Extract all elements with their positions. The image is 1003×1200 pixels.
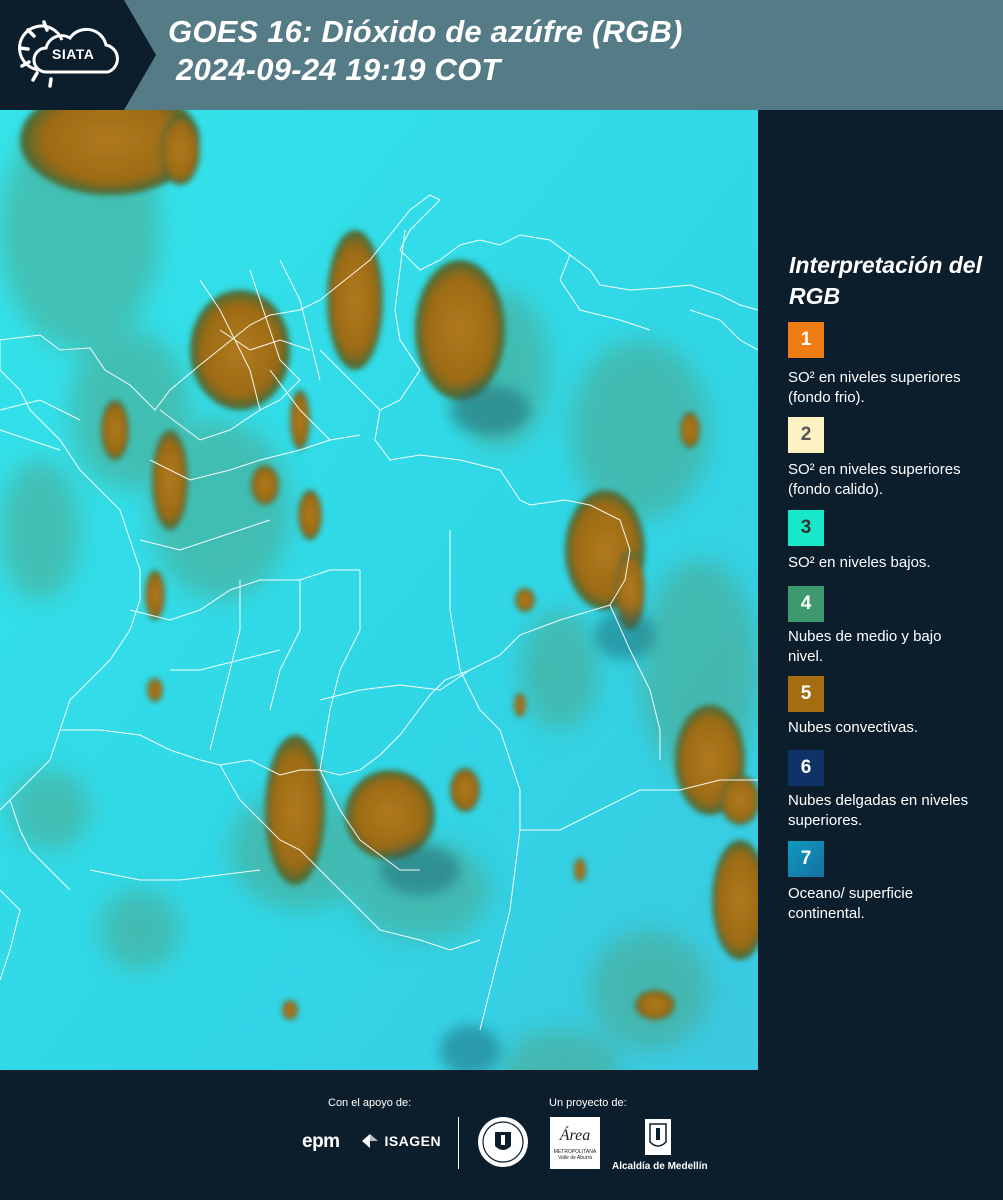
area-metropolitana-logo: Área METROPOLITANA Valle de Aburrá: [550, 1117, 600, 1169]
satellite-image: [0, 110, 758, 1070]
legend-swatch-3: 3: [788, 510, 824, 546]
support-label: Con el apoyo de:: [328, 1097, 412, 1109]
legend-title: Interpretación del RGB: [789, 252, 982, 309]
isagen-mark-icon: [362, 1134, 378, 1148]
siata-logo: SIATA: [0, 0, 156, 110]
legend-swatch-1: 1: [788, 322, 824, 358]
legend-swatch-6: 6: [788, 750, 824, 786]
legend-label-3: SO² en niveles bajos.: [788, 554, 931, 571]
epm-logo-text: epm: [302, 1131, 340, 1152]
satellite-map: [0, 110, 758, 1070]
legend-swatch-7: 7: [788, 841, 824, 877]
legend-label-6: Nubes delgadas en niveles superiores.: [788, 792, 969, 829]
area-logo-title: Área: [559, 1127, 591, 1144]
page-timestamp: 2024-09-24 19:19 COT: [176, 52, 501, 87]
footer: Con el apoyo de: Un proyecto de: epm ISA…: [0, 1070, 1003, 1200]
page-title: GOES 16: Dióxido de azúfre (RGB): [168, 14, 683, 49]
area-logo-subtitle-2: Valle de Aburrá: [558, 1155, 592, 1161]
isagen-logo-text: ISAGEN: [384, 1133, 442, 1149]
project-label: Un proyecto de:: [549, 1097, 627, 1109]
page: SIATA GOES 16: Dióxido de azúfre (RGB) 2…: [0, 0, 1003, 1200]
epm-logo: epm: [302, 1131, 340, 1153]
legend-swatch-2: 2: [788, 417, 824, 453]
legend-label-4: Nubes de medio y bajo nivel.: [788, 628, 942, 665]
legend-swatch-5: 5: [788, 676, 824, 712]
isagen-logo: ISAGEN: [360, 1132, 441, 1150]
alcaldia-logo-text: Alcaldía de Medellín: [612, 1161, 708, 1172]
medellin-seal-logo: [477, 1116, 529, 1173]
header: SIATA GOES 16: Dióxido de azúfre (RGB) 2…: [0, 0, 1003, 110]
footer-divider: [458, 1117, 459, 1169]
siata-logo-text: SIATA: [52, 46, 95, 62]
legend-swatch-4: 4: [788, 586, 824, 622]
alcaldia-logo: Alcaldía de Medellín: [612, 1118, 708, 1172]
legend-label-1: SO² en niveles superiores (fondo frio).: [788, 369, 961, 406]
legend-label-7: Oceano/ superficie continental.: [788, 885, 914, 922]
legend-panel: Interpretación del RGB 1 SO² en niveles …: [760, 110, 1003, 1070]
alcaldia-shield-icon: [645, 1119, 671, 1155]
legend-label-5: Nubes convectivas.: [788, 719, 919, 736]
